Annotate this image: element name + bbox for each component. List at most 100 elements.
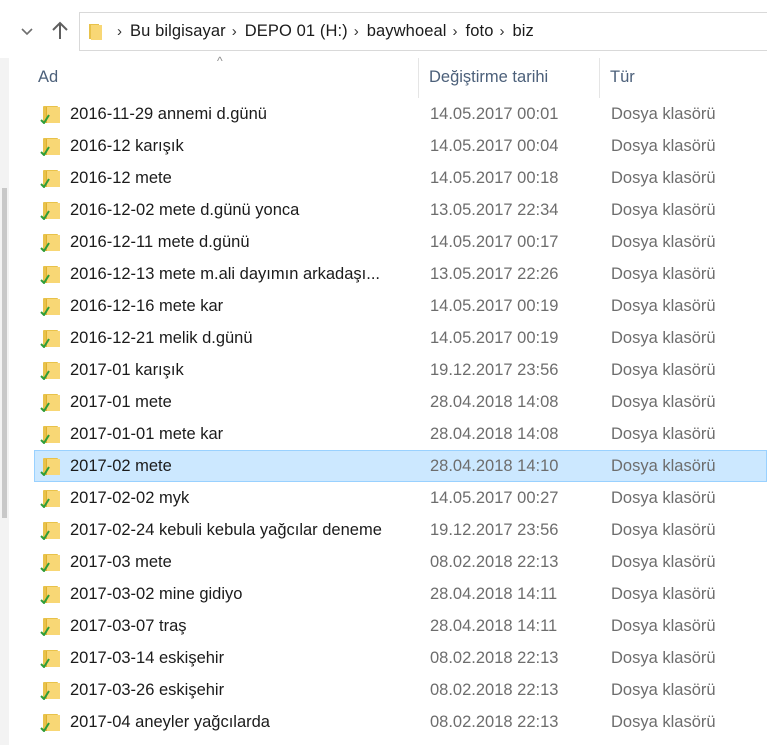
folder-icon bbox=[39, 519, 61, 541]
green-check-icon bbox=[40, 722, 50, 732]
column-header-name[interactable]: Ad bbox=[38, 68, 58, 87]
green-check-icon bbox=[40, 306, 50, 316]
column-divider[interactable] bbox=[599, 58, 600, 98]
table-row[interactable]: 2017-03-26 eskişehir 08.02.2018 22:13 Dosy… bbox=[34, 674, 767, 706]
chevron-right-icon[interactable]: › bbox=[117, 23, 122, 40]
green-check-icon bbox=[40, 434, 50, 444]
breadcrumb-biz[interactable]: biz bbox=[512, 22, 533, 41]
file-name: 2017-03 mete bbox=[70, 552, 172, 571]
green-check-icon bbox=[40, 562, 50, 572]
table-row[interactable]: 2016-12-16 mete kar 14.05.2017 00:19 Dosya… bbox=[34, 290, 767, 322]
column-divider[interactable] bbox=[418, 58, 419, 98]
table-row[interactable]: 2017-03-07 traş 28.04.2018 14:11 Dosya kla… bbox=[34, 610, 767, 642]
modified-date: 13.05.2017 22:34 bbox=[430, 200, 559, 219]
folder-icon bbox=[39, 583, 61, 605]
address-box[interactable]: › Bu bilgisayar › DEPO 01 (H:) › baywhoe… bbox=[79, 12, 767, 51]
green-check-icon bbox=[40, 370, 50, 380]
green-check-icon bbox=[40, 114, 50, 124]
chevron-right-icon[interactable]: › bbox=[499, 23, 504, 40]
chevron-right-icon[interactable]: › bbox=[354, 23, 359, 40]
folder-icon bbox=[39, 135, 61, 157]
folder-icon bbox=[39, 423, 61, 445]
green-check-icon bbox=[40, 402, 50, 412]
table-row[interactable]: 2016-12-21 melik d.günü 14.05.2017 00:19 D… bbox=[34, 322, 767, 354]
table-row[interactable]: 2016-12 karışık 14.05.2017 00:04 Dosya kla… bbox=[34, 130, 767, 162]
file-name: 2017-01-01 mete kar bbox=[70, 424, 224, 443]
table-row[interactable]: 2016-12-13 mete m.ali dayımın arkadaşı..… bbox=[34, 258, 767, 290]
file-type: Dosya klasörü bbox=[611, 680, 716, 699]
modified-date: 28.04.2018 14:11 bbox=[430, 616, 558, 635]
table-row[interactable]: 2016-11-29 annemi d.günü 14.05.2017 00:01… bbox=[34, 98, 767, 130]
column-header-type[interactable]: Tür bbox=[610, 68, 635, 87]
green-check-icon bbox=[40, 338, 50, 348]
modified-date: 14.05.2017 00:01 bbox=[430, 104, 559, 123]
folder-icon bbox=[39, 487, 61, 509]
file-type: Dosya klasörü bbox=[611, 456, 716, 475]
table-row[interactable]: 2016-12 mete 14.05.2017 00:18 Dosya klasör… bbox=[34, 162, 767, 194]
folder-icon bbox=[39, 711, 61, 733]
column-header-date[interactable]: Değiştirme tarihi bbox=[429, 68, 548, 87]
table-row[interactable]: 2016-12-02 mete d.günü yonca 13.05.2017 2… bbox=[34, 194, 767, 226]
up-button[interactable] bbox=[47, 17, 73, 45]
modified-date: 14.05.2017 00:19 bbox=[430, 328, 559, 347]
folder-icon bbox=[39, 327, 61, 349]
modified-date: 28.04.2018 14:08 bbox=[430, 424, 559, 443]
navigation-scrollbar-thumb[interactable] bbox=[2, 188, 7, 518]
modified-date: 08.02.2018 22:13 bbox=[430, 648, 559, 667]
table-row[interactable]: 2017-03-02 mine gidiyo 28.04.2018 14:11 Do… bbox=[34, 578, 767, 610]
green-check-icon bbox=[40, 242, 50, 252]
modified-date: 14.05.2017 00:27 bbox=[430, 488, 559, 507]
file-type: Dosya klasörü bbox=[611, 232, 716, 251]
modified-date: 08.02.2018 22:13 bbox=[430, 552, 559, 571]
file-name: 2016-12-16 mete kar bbox=[70, 296, 224, 315]
file-name: 2016-12-02 mete d.günü yonca bbox=[70, 200, 300, 219]
file-type: Dosya klasörü bbox=[611, 488, 716, 507]
file-type: Dosya klasörü bbox=[611, 520, 716, 539]
modified-date: 14.05.2017 00:17 bbox=[430, 232, 559, 251]
green-check-icon bbox=[40, 274, 50, 284]
folder-icon bbox=[39, 103, 61, 125]
table-row[interactable]: 2017-03-14 eskişehir 08.02.2018 22:13 Dosy… bbox=[34, 642, 767, 674]
file-name: 2016-12-11 mete d.günü bbox=[70, 232, 250, 251]
table-row[interactable]: 2017-02 mete 28.04.2018 14:10 Dosya klasör… bbox=[34, 450, 767, 482]
file-type: Dosya klasörü bbox=[611, 296, 716, 315]
breadcrumb-baywhoeal[interactable]: baywhoeal bbox=[367, 22, 447, 41]
table-row[interactable]: 2017-03 mete 08.02.2018 22:13 Dosya klasör… bbox=[34, 546, 767, 578]
folder-icon bbox=[89, 23, 102, 40]
modified-date: 28.04.2018 14:10 bbox=[430, 456, 559, 475]
folder-icon bbox=[39, 295, 61, 317]
folder-icon bbox=[39, 615, 61, 637]
chevron-right-icon[interactable]: › bbox=[232, 23, 237, 40]
table-row[interactable]: 2017-02-02 myk 14.05.2017 00:27 Dosya klas… bbox=[34, 482, 767, 514]
file-name: 2017-02-24 kebuli kebula yağcılar deneme bbox=[70, 520, 382, 539]
green-check-icon bbox=[40, 178, 50, 188]
table-row[interactable]: 2017-02-24 kebuli kebula yağcılar deneme… bbox=[34, 514, 767, 546]
folder-icon bbox=[39, 359, 61, 381]
modified-date: 19.12.2017 23:56 bbox=[430, 360, 559, 379]
file-name: 2017-03-14 eskişehir bbox=[70, 648, 225, 667]
file-name: 2016-11-29 annemi d.günü bbox=[70, 104, 267, 123]
table-row[interactable]: 2017-01 mete 28.04.2018 14:08 Dosya klasör… bbox=[34, 386, 767, 418]
sort-ascending-icon: ^ bbox=[217, 54, 223, 68]
file-name: 2016-12 karışık bbox=[70, 136, 184, 155]
recent-locations-button[interactable] bbox=[14, 17, 40, 45]
file-name: 2017-03-26 eskişehir bbox=[70, 680, 225, 699]
table-row[interactable]: 2016-12-11 mete d.günü 14.05.2017 00:17 Do… bbox=[34, 226, 767, 258]
table-row[interactable]: 2017-04 aneyler yağcılarda 08.02.2018 22:… bbox=[34, 706, 767, 738]
folder-icon bbox=[39, 679, 61, 701]
file-name: 2016-12 mete bbox=[70, 168, 172, 187]
breadcrumb-foto[interactable]: foto bbox=[466, 22, 494, 41]
file-name: 2017-03-07 traş bbox=[70, 616, 187, 635]
table-row[interactable]: 2017-01-01 mete kar 28.04.2018 14:08 Dosya… bbox=[34, 418, 767, 450]
file-type: Dosya klasörü bbox=[611, 104, 716, 123]
file-list: 2016-11-29 annemi d.günü 14.05.2017 00:01… bbox=[34, 98, 767, 738]
navigation-pane-edge bbox=[0, 58, 9, 745]
folder-icon bbox=[39, 455, 61, 477]
modified-date: 28.04.2018 14:08 bbox=[430, 392, 559, 411]
breadcrumb-this-pc[interactable]: Bu bilgisayar bbox=[130, 22, 226, 41]
breadcrumb-drive[interactable]: DEPO 01 (H:) bbox=[245, 22, 348, 41]
folder-icon bbox=[39, 391, 61, 413]
chevron-right-icon[interactable]: › bbox=[453, 23, 458, 40]
file-type: Dosya klasörü bbox=[611, 200, 716, 219]
table-row[interactable]: 2017-01 karışık 19.12.2017 23:56 Dosya kla… bbox=[34, 354, 767, 386]
